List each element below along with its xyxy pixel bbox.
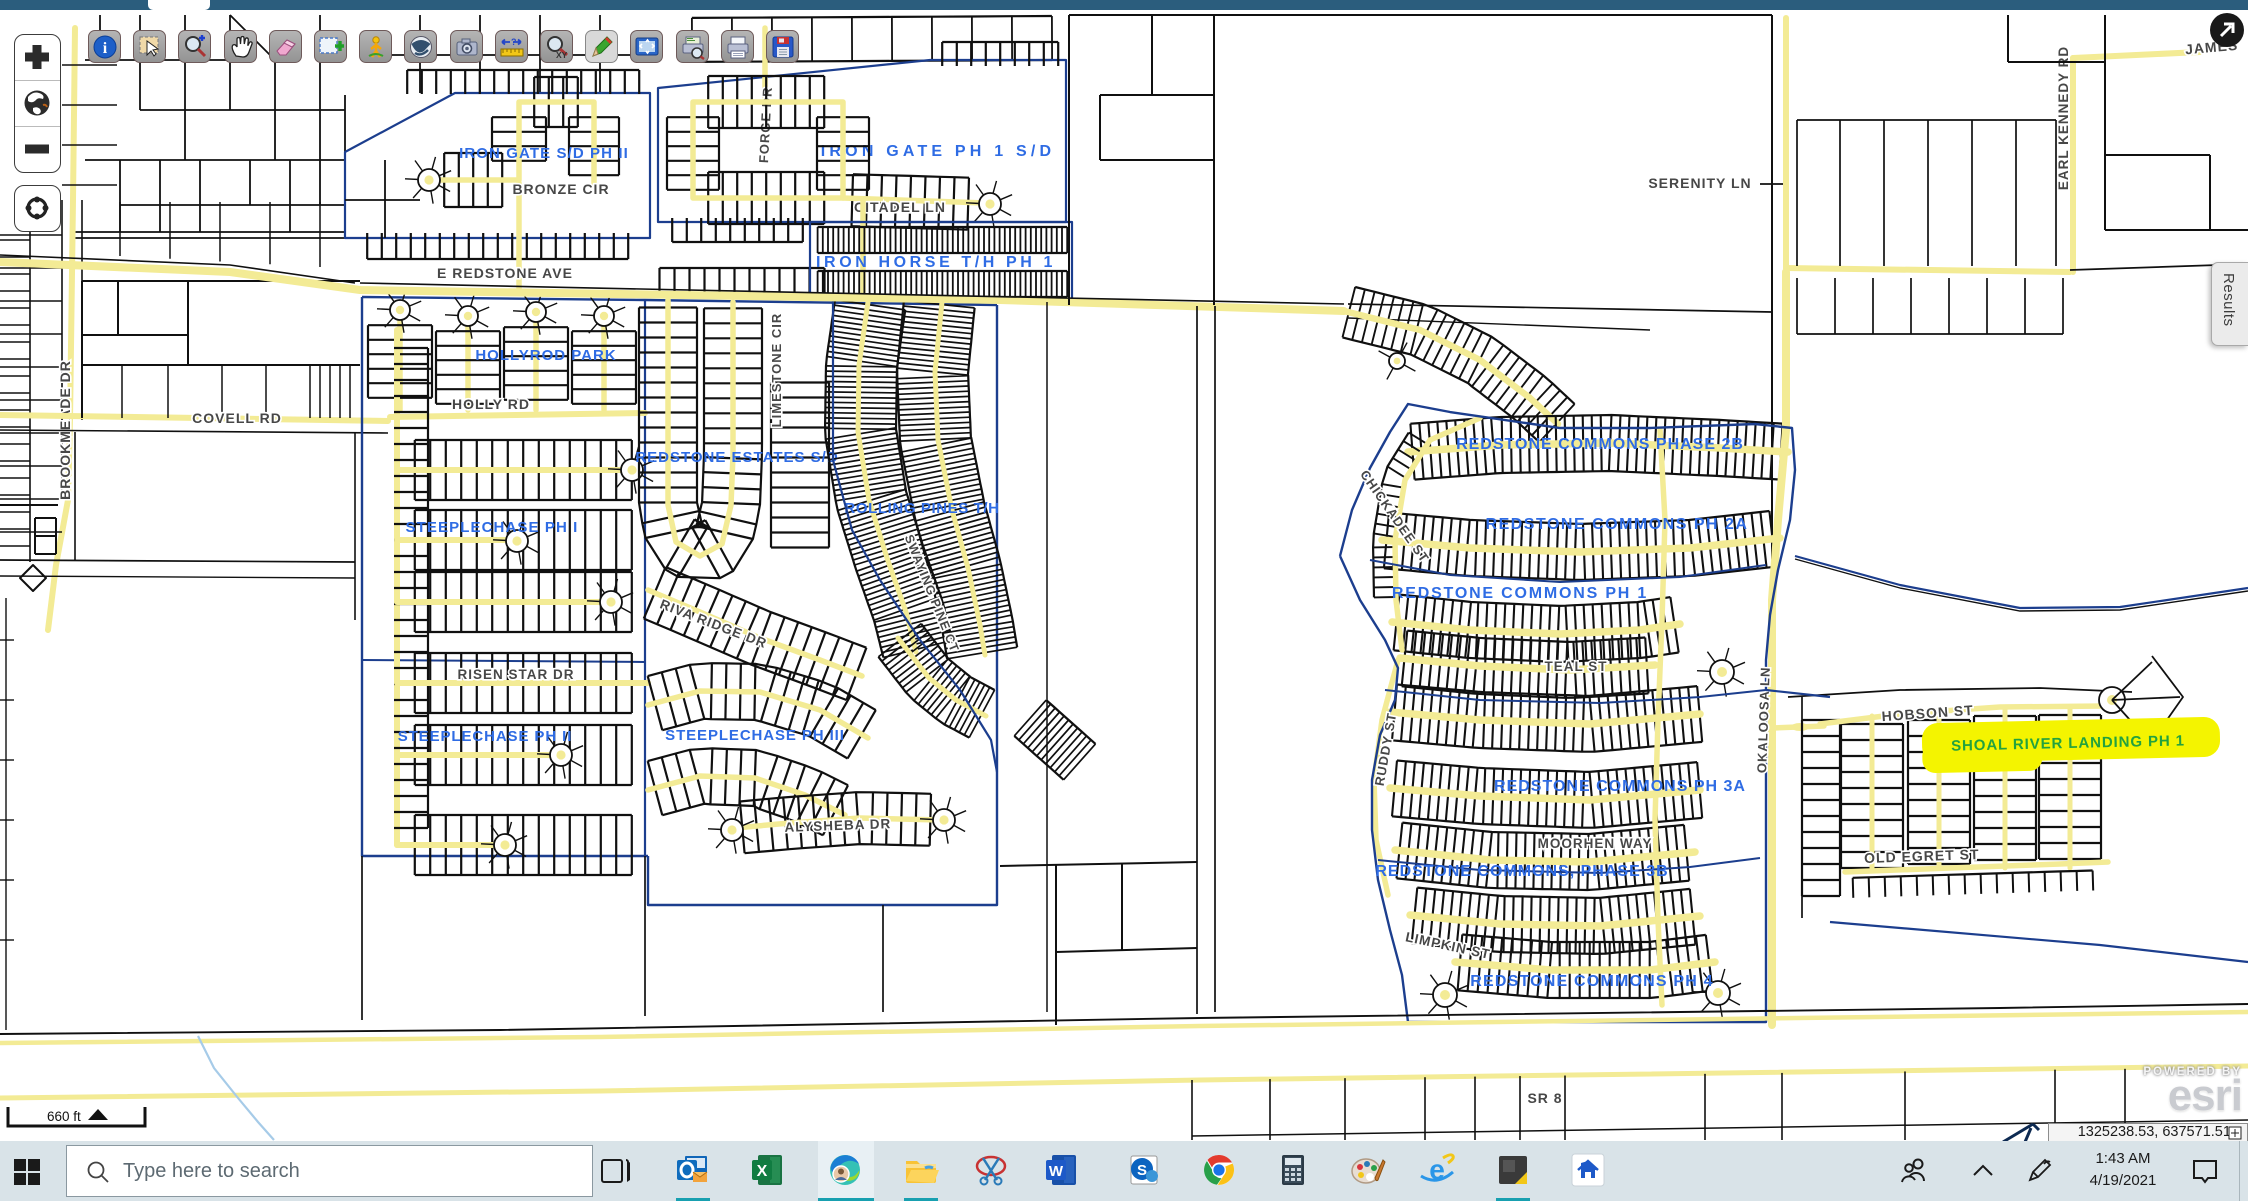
svg-text:LIMESTONE CIR: LIMESTONE CIR (769, 313, 784, 428)
svg-text:STEEPLECHASE PH III: STEEPLECHASE PH III (665, 727, 845, 744)
svg-text:XY: XY (556, 50, 568, 60)
svg-text:660 ft: 660 ft (47, 1109, 81, 1124)
svg-text:HOLLY RD: HOLLY RD (452, 396, 530, 412)
svg-text:REDSTONE COMMONS PHASE 2B: REDSTONE COMMONS PHASE 2B (1456, 436, 1744, 453)
svg-text:X: X (757, 1163, 768, 1180)
svg-text:REDSTONE COMMONS PH 3A: REDSTONE COMMONS PH 3A (1494, 778, 1746, 795)
svg-text:MOORHEN WAY: MOORHEN WAY (1538, 836, 1653, 851)
svg-text:COVELL RD: COVELL RD (192, 410, 282, 426)
svg-text:CITADEL LN: CITADEL LN (854, 199, 946, 215)
svg-text:S: S (1137, 1162, 1147, 1179)
svg-text:SERENITY LN: SERENITY LN (1648, 175, 1751, 191)
svg-text:i: i (103, 40, 108, 57)
svg-text:STEEPLECHASE PH II: STEEPLECHASE PH II (398, 728, 573, 745)
svg-text:REDSTONE COMMONS PH 4: REDSTONE COMMONS PH 4 (1470, 973, 1714, 990)
svg-text:STEEPLECHASE PH I: STEEPLECHASE PH I (406, 519, 579, 536)
svg-text:REDSTONE COMMONS PH 2A: REDSTONE COMMONS PH 2A (1486, 516, 1749, 533)
svg-text:RISEN STAR DR: RISEN STAR DR (457, 667, 574, 682)
svg-text:REDSTONE COMMONS, PHASE 3B: REDSTONE COMMONS, PHASE 3B (1375, 863, 1668, 880)
svg-text:IRON HORSE T/H PH 1: IRON HORSE T/H PH 1 (816, 254, 1056, 271)
svg-text:SR 8: SR 8 (1527, 1090, 1562, 1106)
svg-text:EARL KENNEDY RD: EARL KENNEDY RD (2056, 46, 2071, 190)
svg-text:IRON GATE S/D PH II: IRON GATE S/D PH II (459, 145, 629, 162)
svg-text:ROLLING PINES T/H: ROLLING PINES T/H (844, 500, 999, 517)
svg-text:E REDSTONE AVE: E REDSTONE AVE (437, 265, 573, 281)
svg-text:TEAL ST: TEAL ST (1544, 659, 1607, 674)
svg-text:?: ? (511, 37, 517, 47)
svg-text:REDSTONE COMMONS PH 1: REDSTONE COMMONS PH 1 (1392, 585, 1648, 602)
svg-text:BRONZE CIR: BRONZE CIR (512, 181, 609, 197)
svg-text:REDSTONE ESTATES S/D: REDSTONE ESTATES S/D (635, 449, 838, 466)
svg-text:W: W (1049, 1163, 1064, 1180)
svg-text:HOLLYROD PARK: HOLLYROD PARK (475, 347, 616, 364)
